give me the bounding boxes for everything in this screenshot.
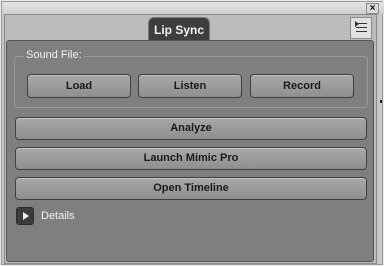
sound-file-label: Sound File: [24, 49, 84, 61]
edge-mark [380, 100, 382, 103]
close-icon: × [369, 3, 376, 14]
details-toggle-button[interactable] [16, 207, 34, 225]
launch-mimic-pro-button[interactable]: Launch Mimic Pro [15, 147, 367, 170]
listen-button[interactable]: Listen [138, 74, 242, 98]
close-button[interactable]: × [366, 3, 379, 14]
details-label: Details [41, 210, 75, 222]
panel-menu-button[interactable] [350, 17, 372, 39]
record-button[interactable]: Record [250, 74, 354, 98]
analyze-button[interactable]: Analyze [15, 117, 367, 140]
panel-menu-icon [356, 23, 367, 34]
play-triangle-icon [23, 212, 29, 220]
tab-lip-sync[interactable]: Lip Sync [148, 17, 210, 41]
open-timeline-button[interactable]: Open Timeline [15, 177, 367, 200]
window-titlebar[interactable] [2, 2, 384, 14]
load-button[interactable]: Load [27, 74, 131, 98]
